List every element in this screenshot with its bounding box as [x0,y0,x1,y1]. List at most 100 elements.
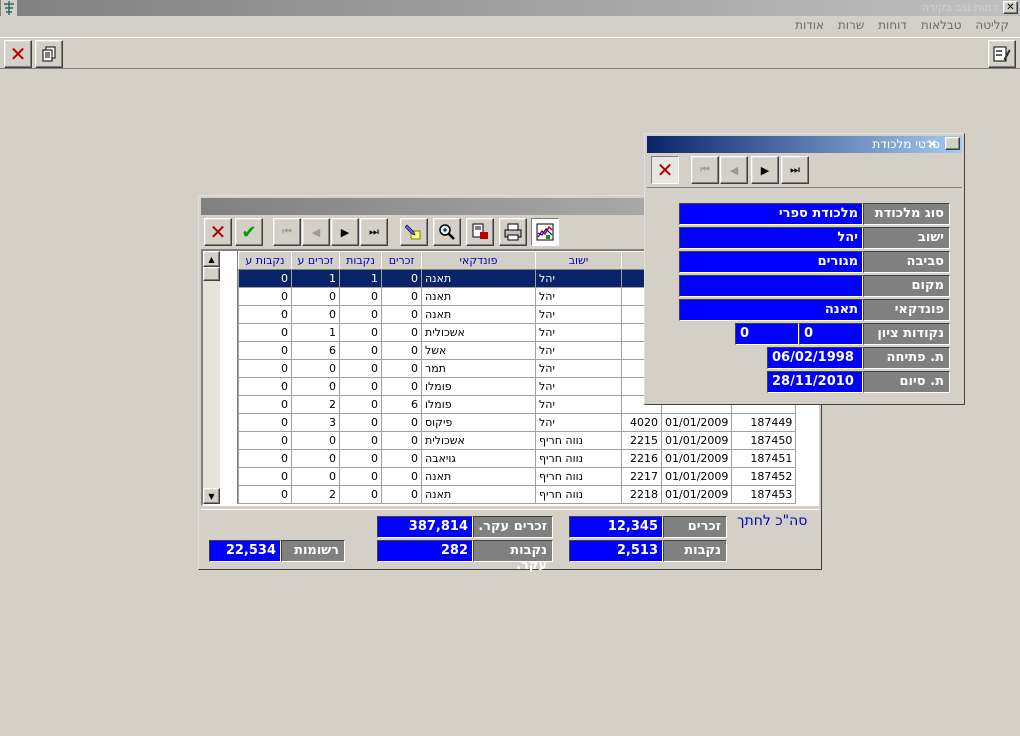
confirm-button[interactable]: ✔ [235,218,263,246]
cell-code[interactable]: 187451 [731,449,797,468]
cell-females[interactable]: 0 [339,359,382,378]
cell-host[interactable]: תאנה [421,485,536,504]
cell-num[interactable]: 2215 [621,431,662,450]
cell-males-e[interactable]: 2 [291,485,340,504]
cell-settlement[interactable]: יהל [535,287,622,306]
menu-item-reports[interactable]: דוחות [873,16,912,32]
cell-date[interactable]: 01/01/2009 [660,431,733,450]
cell-males-e[interactable]: 1 [291,323,340,342]
cell-males[interactable]: 0 [381,269,422,288]
cell-males[interactable]: 0 [381,341,422,360]
cell-settlement[interactable]: יהל [535,377,622,396]
menu-item-tables[interactable]: טבלאות [916,16,967,32]
cell-males-e[interactable]: 0 [291,359,340,378]
cell-females[interactable]: 0 [339,341,382,360]
cell-host[interactable]: פומלו [421,377,536,396]
table-row[interactable]: 187449 01/01/2009 4020 יהל פיקוס 0 0 3 0 [238,413,797,432]
col-header-males[interactable]: זכרים [381,251,422,270]
grid-vertical-scrollbar[interactable]: ▲ ▼ [203,251,220,504]
scroll-thumb[interactable] [203,267,220,281]
scroll-down-button[interactable]: ▼ [203,488,220,504]
cell-males[interactable]: 0 [381,359,422,378]
print-button[interactable] [499,218,527,246]
scroll-up-button[interactable]: ▲ [203,251,220,267]
cell-males-e[interactable]: 1 [291,269,340,288]
cell-females[interactable]: 0 [339,485,382,504]
col-header-host[interactable]: פונדקאי [421,251,536,270]
cell-females-e[interactable]: 0 [238,395,292,414]
table-row[interactable]: 187452 01/01/2009 2217 נווה חריף תאנה 0 0 0 0 [238,467,797,486]
cell-settlement[interactable]: יהל [535,413,622,432]
cell-males[interactable]: 0 [381,413,422,432]
cell-females[interactable]: 1 [339,269,382,288]
trap-type-field[interactable]: מלכודת ספרי [679,203,863,225]
cell-code[interactable]: 187453 [731,485,797,504]
cell-females[interactable]: 0 [339,413,382,432]
cell-num[interactable]: 2216 [621,449,662,468]
cell-host[interactable]: תמר [421,359,536,378]
host-field[interactable]: תאנה [679,299,863,321]
col-header-settlement[interactable]: ישוב [535,251,622,270]
cell-males-e[interactable]: 0 [291,305,340,324]
cell-males[interactable]: 0 [381,431,422,450]
cell-males-e[interactable]: 3 [291,413,340,432]
cell-females[interactable]: 0 [339,323,382,342]
cell-settlement[interactable]: נווה חריף [535,467,622,486]
cell-females[interactable]: 0 [339,467,382,486]
cell-settlement[interactable]: יהל [535,341,622,360]
cell-females-e[interactable]: 0 [238,467,292,486]
col-header-females[interactable]: נקבות [339,251,382,270]
detail-cancel-button[interactable]: ✕ [651,156,679,184]
cell-males[interactable]: 6 [381,395,422,414]
chart-view-toggle[interactable] [531,218,559,246]
cell-settlement[interactable]: יהל [535,359,622,378]
cell-females-e[interactable]: 0 [238,341,292,360]
settlement-field[interactable]: יהל [679,227,863,249]
cell-females-e[interactable]: 0 [238,449,292,468]
end-date-field[interactable]: 28/11/2010 [767,371,863,393]
cell-males[interactable]: 0 [381,377,422,396]
location-field[interactable] [679,275,863,297]
table-row[interactable]: 187450 01/01/2009 2215 נווה חריף אשכולית 0 0 0 0 [238,431,797,450]
cell-males[interactable]: 0 [381,485,422,504]
cell-females[interactable]: 0 [339,449,382,468]
cell-settlement[interactable]: יהל [535,269,622,288]
cell-males[interactable]: 0 [381,449,422,468]
prev-record-button[interactable]: ◀ [302,218,330,246]
cell-males[interactable]: 0 [381,287,422,306]
cell-males-e[interactable]: 0 [291,467,340,486]
cell-females-e[interactable]: 0 [238,287,292,306]
cell-host[interactable]: תאנה [421,269,536,288]
filter-button[interactable] [400,218,428,246]
menu-item-intake[interactable]: קליטה [970,16,1014,32]
first-record-button[interactable]: ⏮ [273,218,301,246]
cell-females-e[interactable]: 0 [238,323,292,342]
cell-host[interactable]: אשכולית [421,431,536,450]
cancel-button[interactable]: ✕ [204,218,232,246]
cell-date[interactable]: 01/01/2009 [660,467,733,486]
cell-females-e[interactable]: 0 [238,305,292,324]
detail-first-button[interactable]: ⏮ [691,156,719,184]
col-header-males-e[interactable]: זכרים ע [291,251,340,270]
cell-settlement[interactable]: יהל [535,305,622,324]
next-record-button[interactable]: ▶ [331,218,359,246]
cell-males-e[interactable]: 0 [291,449,340,468]
open-date-field[interactable]: 06/02/1998 [767,347,863,369]
cell-males-e[interactable]: 6 [291,341,340,360]
cell-host[interactable]: אשכולית [421,323,536,342]
detail-last-button[interactable]: ⏭ [781,156,809,184]
cell-host[interactable]: תאנה [421,305,536,324]
cell-females-e[interactable]: 0 [238,377,292,396]
cell-females-e[interactable]: 0 [238,269,292,288]
cell-settlement[interactable]: יהל [535,395,622,414]
menu-item-about[interactable]: אודות [790,16,829,32]
cell-host[interactable]: פומלו [421,395,536,414]
cell-females-e[interactable]: 0 [238,485,292,504]
cell-males[interactable]: 0 [381,323,422,342]
cell-date[interactable]: 01/01/2009 [660,449,733,468]
search-button[interactable] [433,218,461,246]
cell-females[interactable]: 0 [339,287,382,306]
environment-field[interactable]: מגורים [679,251,863,273]
cell-host[interactable]: תאנה [421,287,536,306]
cell-host[interactable]: גויאבה [421,449,536,468]
